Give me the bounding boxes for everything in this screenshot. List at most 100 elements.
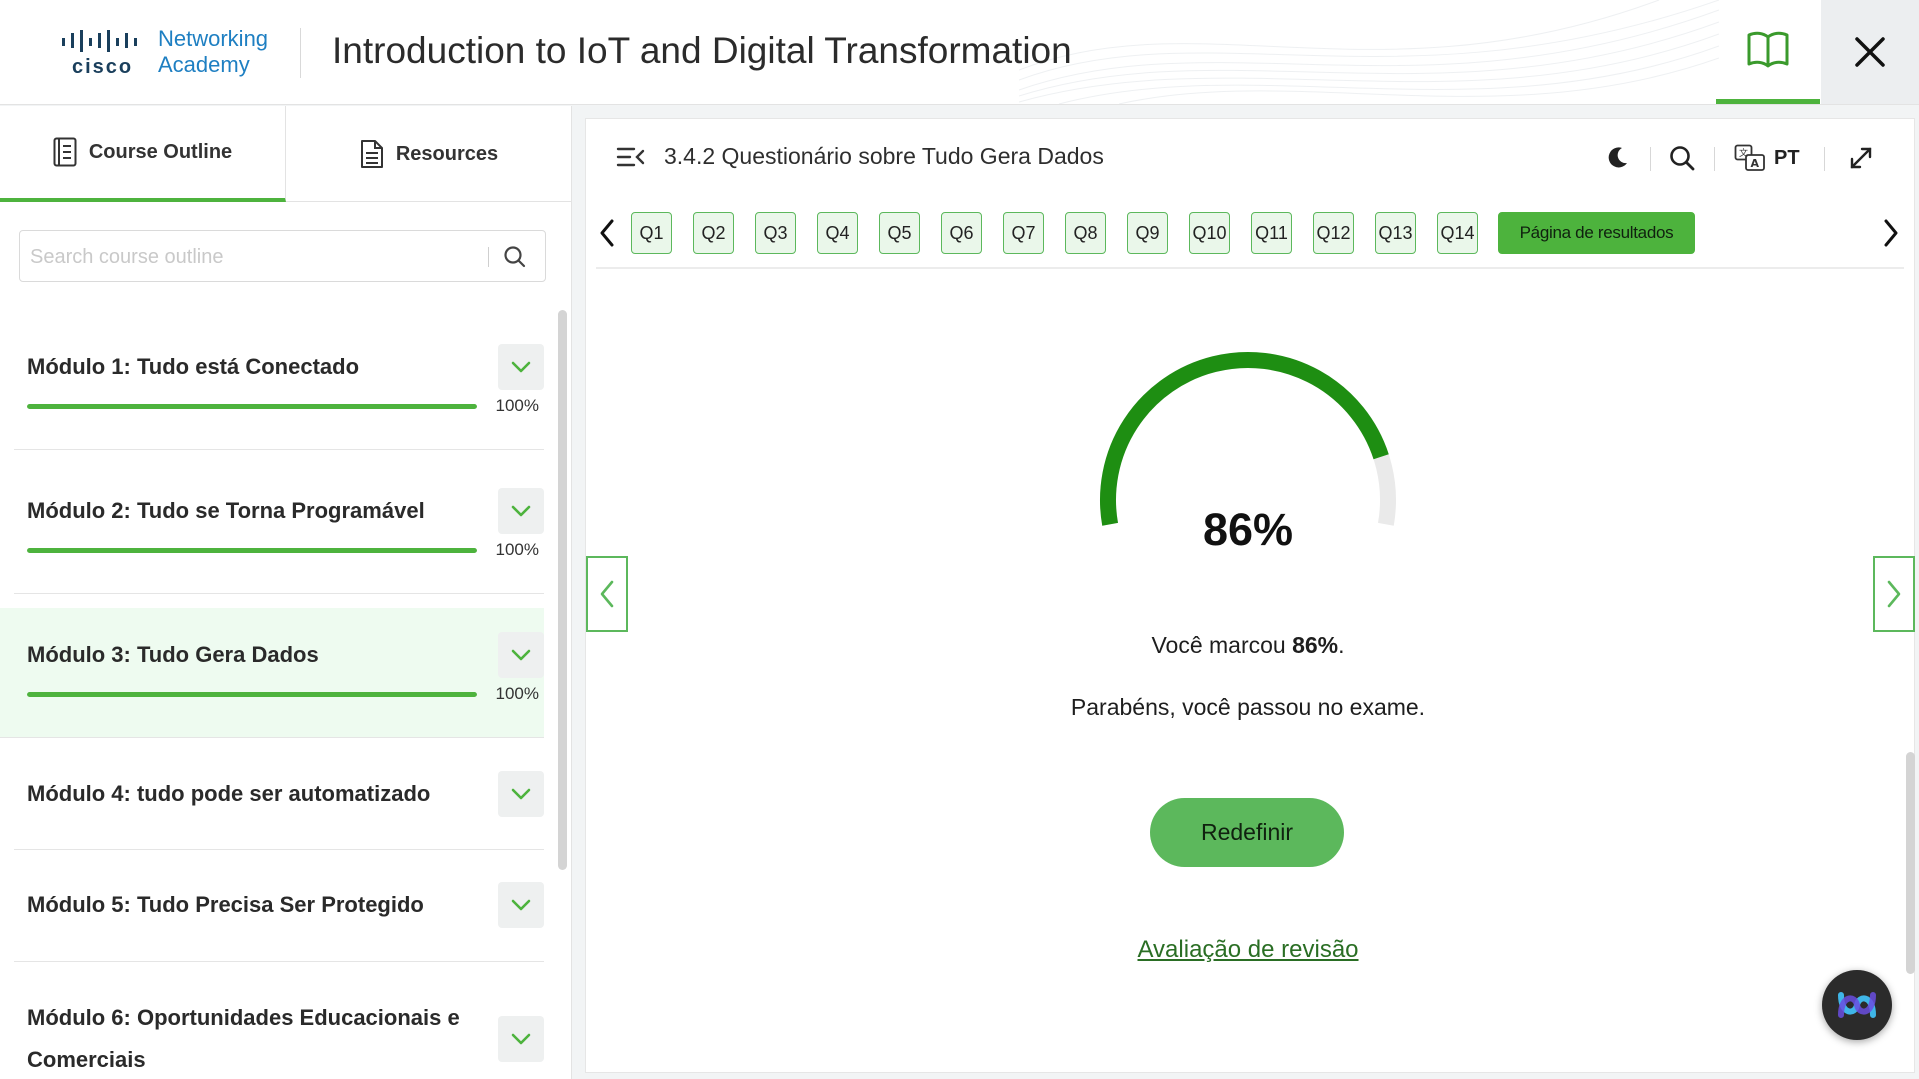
module-item[interactable]: Módulo 4: tudo pode ser automatizado (14, 738, 544, 850)
logo-line2: Academy (158, 52, 250, 77)
question-button-q7[interactable]: Q7 (1003, 212, 1044, 254)
dark-mode-button[interactable] (1604, 141, 1630, 175)
question-button-q3[interactable]: Q3 (755, 212, 796, 254)
question-button-q8[interactable]: Q8 (1065, 212, 1106, 254)
expand-module-button[interactable] (498, 1016, 544, 1062)
tab-resources[interactable]: Resources (286, 106, 572, 202)
webex-assistant-button[interactable] (1822, 970, 1892, 1040)
expand-icon (1850, 147, 1872, 169)
module-title: Módulo 3: Tudo Gera Dados (27, 642, 319, 667)
wave-pattern-decoration (1019, 0, 1719, 104)
search-icon[interactable] (502, 244, 528, 270)
score-message-prefix: Você marcou (1151, 632, 1293, 658)
svg-text:文: 文 (1739, 147, 1748, 159)
search-icon (1670, 146, 1695, 171)
expand-module-button[interactable] (498, 771, 544, 817)
toolbar-separator (1824, 147, 1825, 171)
module-title: Módulo 4: tudo pode ser automatizado (27, 781, 431, 806)
module-progress-bar (27, 404, 477, 409)
page-title: 3.4.2 Questionário sobre Tudo Gera Dados (664, 143, 1104, 169)
chevron-right-icon (1887, 580, 1901, 608)
course-title: Introduction to IoT and Digital Transfor… (332, 30, 1072, 71)
close-button[interactable] (1821, 0, 1919, 104)
translate-icon: 文 A (1734, 144, 1765, 171)
search-input[interactable] (30, 243, 480, 271)
module-title: Módulo 6: Oportunidades Educacionais e C… (27, 1005, 460, 1072)
module-title: Módulo 2: Tudo se Torna Programável (27, 498, 425, 523)
next-page-button[interactable] (1873, 556, 1915, 632)
logo-line1: Networking (158, 26, 269, 51)
language-button[interactable]: 文 A PT (1734, 141, 1800, 175)
chevron-down-icon (511, 1033, 531, 1045)
toolbar-separator (1714, 147, 1715, 171)
search-content-button[interactable] (1668, 141, 1696, 175)
score-percentage: 86% (1202, 504, 1294, 555)
cisco-bars-icon (62, 30, 137, 52)
module-progress-fill (27, 692, 477, 697)
question-button-q5[interactable]: Q5 (879, 212, 920, 254)
question-button-q11[interactable]: Q11 (1251, 212, 1292, 254)
previous-question-arrow[interactable] (592, 213, 622, 253)
close-icon (1855, 37, 1885, 67)
score-message: Você marcou 86%. (1048, 632, 1448, 659)
next-question-arrow[interactable] (1876, 213, 1906, 253)
question-button-q9[interactable]: Q9 (1127, 212, 1168, 254)
expand-module-button[interactable] (498, 632, 544, 678)
results-page-button[interactable]: Página de resultados (1498, 212, 1695, 254)
expand-module-button[interactable] (498, 344, 544, 390)
document-icon (360, 140, 383, 168)
sidebar-scrollbar[interactable] (558, 310, 567, 870)
fullscreen-button[interactable] (1848, 141, 1874, 175)
previous-page-button[interactable] (586, 556, 628, 632)
collapse-menu-icon[interactable] (616, 145, 646, 169)
module-progress-bar (27, 548, 477, 553)
score-message-value: 86% (1292, 632, 1339, 658)
question-button-q13[interactable]: Q13 (1375, 212, 1416, 254)
tab-course-outline-label: Course Outline (88, 140, 233, 163)
tab-resources-label: Resources (395, 142, 499, 165)
course-book-button[interactable] (1716, 0, 1820, 104)
module-progress-text: 100% (495, 540, 539, 559)
pass-message: Parabéns, você passou no exame. (1070, 694, 1426, 720)
module-item-active[interactable]: Módulo 3: Tudo Gera Dados 100% (0, 608, 544, 738)
question-button-q6[interactable]: Q6 (941, 212, 982, 254)
tab-course-outline[interactable]: Course Outline (0, 106, 286, 202)
module-progress-fill (27, 548, 477, 553)
module-item[interactable]: Módulo 6: Oportunidades Educacionais e C… (14, 962, 544, 1079)
question-button-q12[interactable]: Q12 (1313, 212, 1354, 254)
module-item[interactable]: Módulo 1: Tudo está Conectado 100% (14, 306, 544, 450)
question-button-q14[interactable]: Q14 (1437, 212, 1478, 254)
logo-cisco-text: cisco (72, 56, 134, 78)
question-button-q4[interactable]: Q4 (817, 212, 858, 254)
review-assessment-link[interactable]: Avaliação de revisão (1048, 936, 1448, 964)
question-button-q10[interactable]: Q10 (1189, 212, 1230, 254)
score-gauge-track (1100, 352, 1396, 526)
cisco-networking-academy-logo[interactable]: cisco Networking Academy (62, 26, 282, 82)
chevron-down-icon (511, 899, 531, 911)
question-button-q2[interactable]: Q2 (693, 212, 734, 254)
expand-module-button[interactable] (498, 882, 544, 928)
question-button-q1[interactable]: Q1 (631, 212, 672, 254)
search-separator (488, 247, 489, 267)
module-item[interactable]: Módulo 5: Tudo Precisa Ser Protegido (14, 850, 544, 962)
chevron-right-icon (1884, 219, 1898, 247)
outline-icon (53, 137, 77, 167)
chevron-left-icon (600, 580, 614, 608)
toolbar-separator (1650, 147, 1651, 171)
moon-icon (1608, 147, 1627, 168)
module-progress-fill (27, 404, 477, 409)
app-header: cisco Networking Academy Introduction to… (0, 0, 1919, 105)
content-scrollbar[interactable] (1906, 752, 1915, 974)
expand-module-button[interactable] (498, 488, 544, 534)
language-label: PT (1774, 146, 1800, 169)
content-panel: 3.4.2 Questionário sobre Tudo Gera Dados… (585, 118, 1915, 1073)
module-item[interactable]: Módulo 2: Tudo se Torna Programável 100% (14, 450, 544, 594)
reset-button[interactable]: Redefinir (1150, 798, 1344, 867)
score-gauge-fill (1100, 352, 1389, 526)
chevron-left-icon (600, 219, 614, 247)
module-title: Módulo 5: Tudo Precisa Ser Protegido (27, 892, 424, 917)
module-progress-text: 100% (495, 396, 539, 415)
module-progress-text: 100% (495, 684, 539, 703)
sidebar-tabs: Course Outline Resources (0, 106, 572, 202)
module-title: Módulo 1: Tudo está Conectado (27, 354, 360, 379)
